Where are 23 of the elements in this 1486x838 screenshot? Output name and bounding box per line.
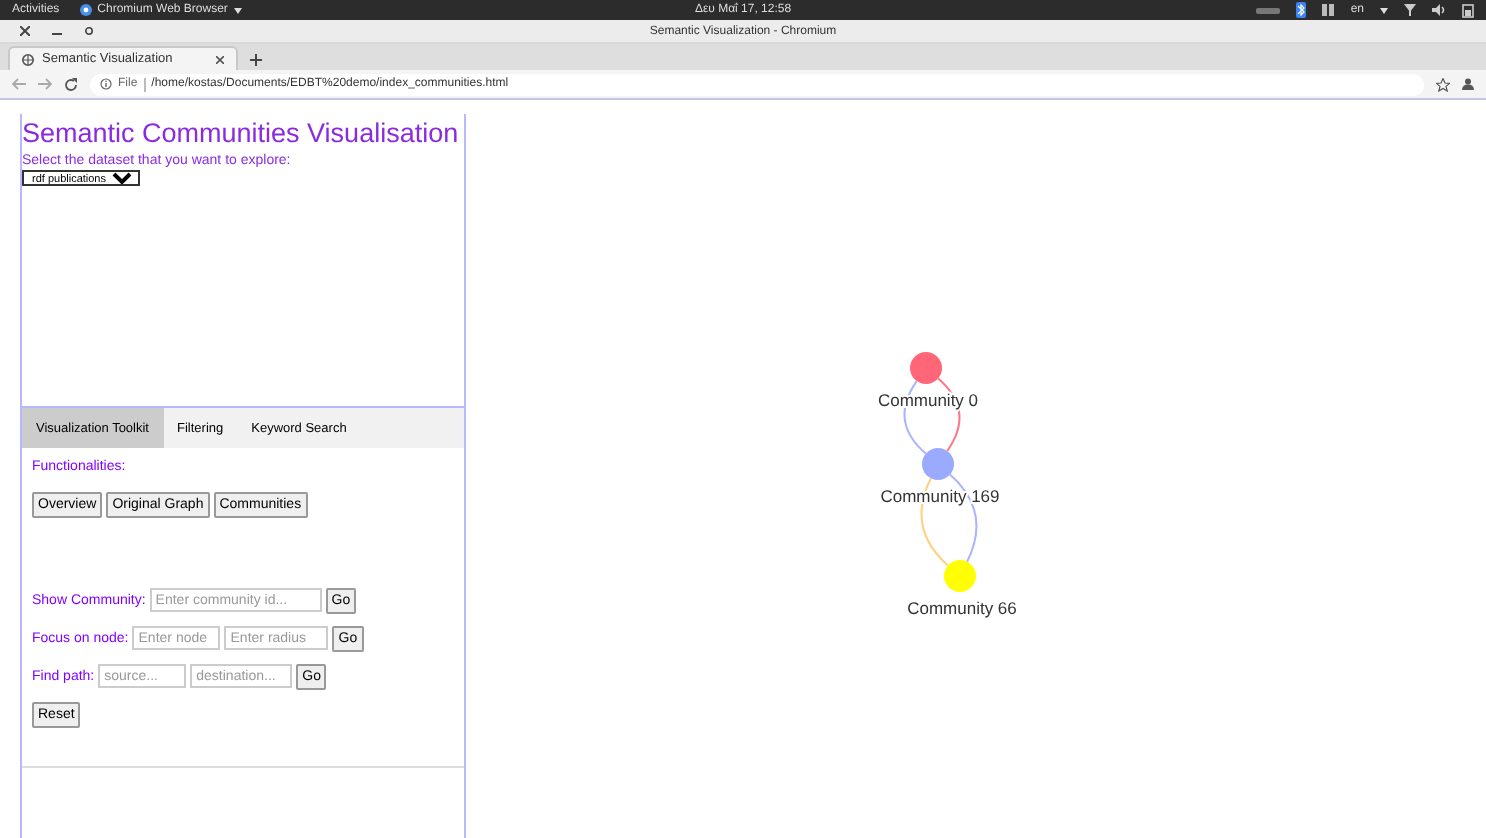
account-icon[interactable] (1462, 78, 1474, 90)
app-title: Semantic Communities Visualisation (22, 118, 459, 150)
star-icon[interactable] (1436, 77, 1450, 91)
graph-node[interactable] (922, 448, 954, 480)
plus-icon[interactable] (250, 53, 263, 65)
graph-node[interactable] (910, 352, 942, 384)
close-icon[interactable] (216, 55, 225, 63)
maximize-icon[interactable] (84, 26, 94, 36)
indicator-icon[interactable] (1256, 5, 1281, 15)
browser-icon (79, 4, 92, 16)
volume-icon[interactable] (1432, 4, 1446, 16)
info-icon (100, 78, 112, 90)
grid-icon[interactable] (1322, 4, 1335, 16)
close-icon[interactable] (20, 26, 30, 36)
bluetooth-icon[interactable] (1296, 2, 1307, 18)
globe-icon (22, 53, 34, 65)
graph-node[interactable] (944, 560, 976, 592)
caret-icon (1380, 7, 1388, 13)
reload-icon[interactable] (64, 77, 78, 91)
node-label: Community 66 (907, 598, 1017, 618)
battery-icon[interactable] (1462, 3, 1474, 17)
caret-icon (233, 7, 242, 13)
network-icon[interactable] (1404, 4, 1416, 16)
